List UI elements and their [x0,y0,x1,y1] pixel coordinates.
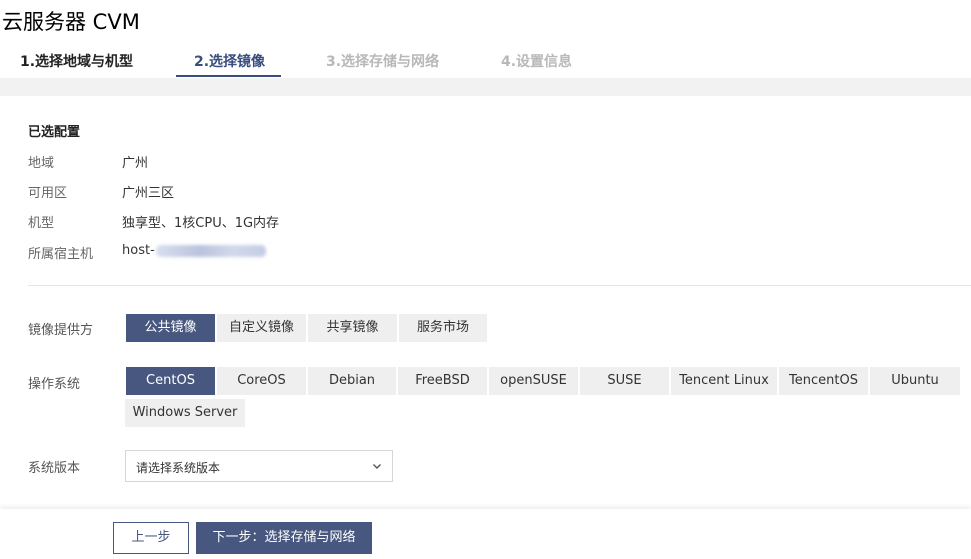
footer-bar: 上一步 下一步：选择存储与网络 [0,509,971,559]
config-value-host: host- [122,243,266,258]
os-label: 操作系统 [28,377,81,392]
page-title: 云服务器 CVM [2,10,140,34]
next-step-button[interactable]: 下一步：选择存储与网络 [196,522,372,554]
system-version-select[interactable]: 请选择系统版本 [125,450,393,482]
config-label: 地域 [28,156,55,171]
config-label: 所属宿主机 [28,247,94,262]
prev-step-button[interactable]: 上一步 [113,522,189,554]
provider-custom-image[interactable]: 自定义镜像 [217,314,306,342]
os-centos[interactable]: CentOS [126,367,215,395]
config-value: 广州三区 [122,186,175,201]
host-prefix: host- [122,243,155,258]
provider-public-image[interactable]: 公共镜像 [126,314,215,342]
config-label: 机型 [28,216,55,231]
provider-marketplace[interactable]: 服务市场 [399,314,487,342]
chevron-down-icon [373,464,381,469]
os-opensuse[interactable]: openSUSE [489,367,578,395]
step-1-tab[interactable]: 1.选择地域与机型 [20,51,133,78]
active-step-underline [176,75,281,77]
system-version-placeholder: 请选择系统版本 [136,461,221,475]
config-label: 可用区 [28,186,68,201]
step-4-tab: 4.设置信息 [501,54,573,70]
provider-shared-image[interactable]: 共享镜像 [308,314,397,342]
config-value: 广州 [122,156,149,171]
step-3-tab: 3.选择存储与网络 [326,54,440,70]
os-debian[interactable]: Debian [308,367,396,395]
system-version-label: 系统版本 [28,461,81,476]
section-divider [28,285,971,286]
config-value: 独享型、1核CPU、1G内存 [122,216,280,231]
redacted-host-id [155,244,266,257]
image-provider-label: 镜像提供方 [28,323,94,338]
step-tabs: 1.选择地域与机型 2.选择镜像 3.选择存储与网络 4.设置信息 [0,44,971,78]
selected-config-title: 已选配置 [28,125,81,140]
os-coreos[interactable]: CoreOS [217,367,306,395]
os-windows-server[interactable]: Windows Server [125,399,245,427]
step-2-tab[interactable]: 2.选择镜像 [194,51,265,78]
os-suse[interactable]: SUSE [580,367,669,395]
os-freebsd[interactable]: FreeBSD [398,367,487,395]
os-tencentos[interactable]: TencentOS [779,367,868,395]
os-tencent-linux[interactable]: Tencent Linux [671,367,777,395]
os-ubuntu[interactable]: Ubuntu [870,367,960,395]
header-divider-band [0,78,971,96]
